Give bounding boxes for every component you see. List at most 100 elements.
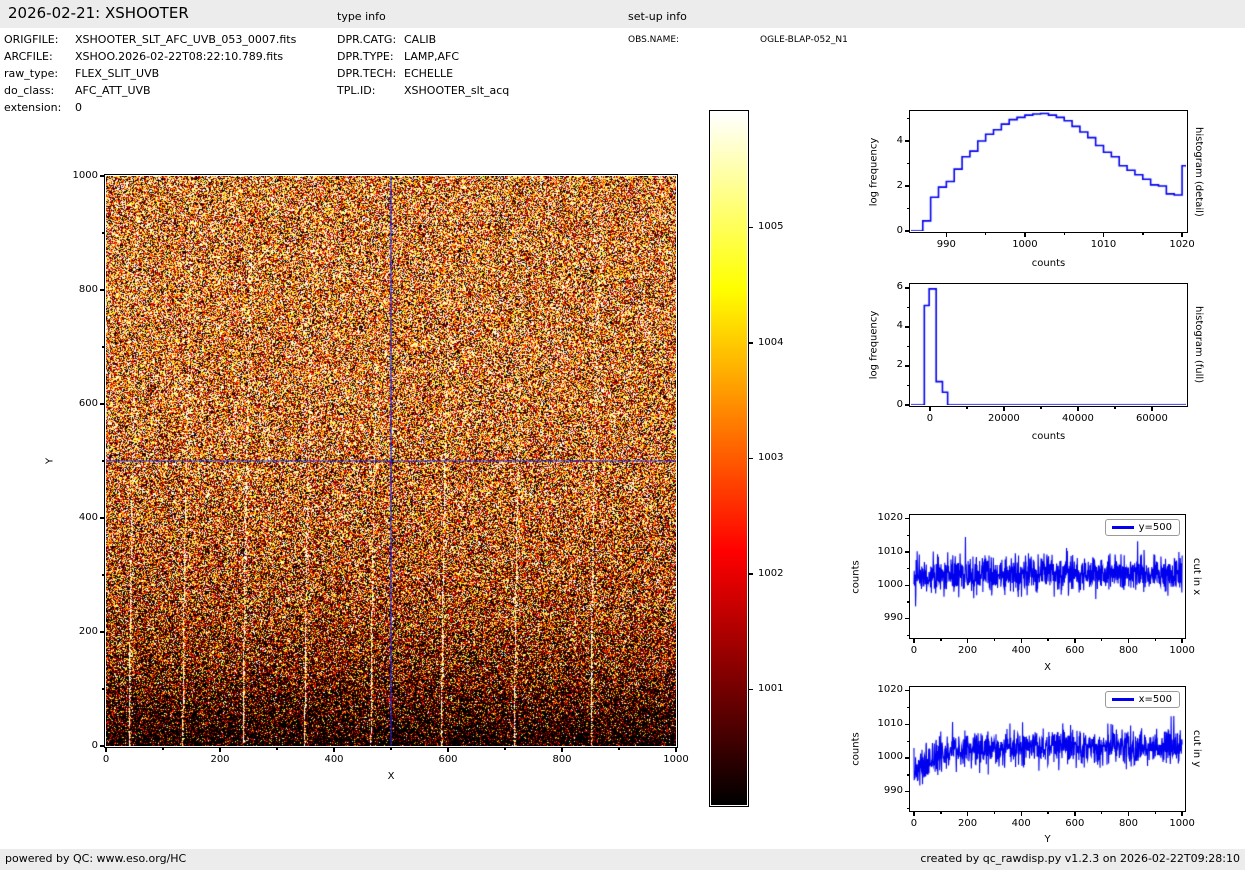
x-tick <box>967 812 968 817</box>
field-value: ECHELLE <box>404 67 453 80</box>
y-tick-label: 4 <box>856 135 903 146</box>
x-tick <box>105 748 106 753</box>
cut-in-y-panel: x=500 <box>911 688 1184 810</box>
cut-in-x-title: cut in x <box>1191 516 1202 637</box>
field-label: ARCFILE: <box>4 50 53 63</box>
colorbar-tick <box>749 458 754 459</box>
type-info-heading: type info <box>337 10 386 23</box>
x-tick <box>1077 407 1078 412</box>
y-minor-tick <box>907 385 910 386</box>
legend-label: x=500 <box>1139 694 1172 705</box>
y-tick-label: 0 <box>51 740 98 751</box>
setup-info-heading: set-up info <box>628 10 687 23</box>
colorbar-tick <box>749 689 754 690</box>
y-minor-tick <box>907 601 910 602</box>
x-minor-tick <box>1142 233 1143 236</box>
x-minor-tick <box>162 748 163 751</box>
raw-frame-canvas <box>106 176 676 746</box>
field-label: TPL.ID: <box>337 84 375 97</box>
cut-in-y-legend: x=500 <box>1105 691 1180 708</box>
field-value: AFC_ATT_UVB <box>75 84 151 97</box>
x-tick-label: 1020 <box>1152 239 1212 250</box>
histogram-full-title: histogram (full) <box>1193 285 1204 405</box>
y-tick <box>905 757 910 758</box>
histogram-detail-canvas <box>911 112 1186 231</box>
x-tick-label: 200 <box>938 645 998 656</box>
x-minor-tick <box>276 748 277 751</box>
y-tick-label: 800 <box>51 284 98 295</box>
field-value: XSHOO.2026-02-22T08:22:10.789.fits <box>75 50 283 63</box>
x-minor-tick <box>1040 407 1041 410</box>
y-tick <box>905 791 910 792</box>
x-tick <box>967 639 968 644</box>
x-minor-tick <box>618 748 619 751</box>
y-minor-tick <box>907 118 910 119</box>
x-minor-tick <box>1114 407 1115 410</box>
y-tick <box>905 585 910 586</box>
y-tick <box>100 289 105 290</box>
histogram-detail-title: histogram (detail) <box>1193 112 1204 231</box>
y-tick-label: 0 <box>856 399 903 410</box>
y-tick-label: 400 <box>51 512 98 523</box>
x-minor-tick <box>1155 812 1156 815</box>
x-tick <box>675 748 676 753</box>
x-tick-label: 200 <box>938 818 998 829</box>
field-value: XSHOOTER_slt_acq <box>404 84 509 97</box>
x-minor-tick <box>994 812 995 815</box>
y-tick-label: 0 <box>856 225 903 236</box>
y-tick <box>905 618 910 619</box>
field-label: do_class: <box>4 84 54 97</box>
y-tick <box>905 518 910 519</box>
x-tick-label: 990 <box>916 239 976 250</box>
y-tick-label: 1020 <box>856 684 903 695</box>
x-tick <box>1181 233 1182 238</box>
histogram-detail-ylabel: log frequency <box>869 137 880 206</box>
field-label: DPR.CATG: <box>337 33 396 46</box>
cut-in-y-title: cut in y <box>1191 688 1202 810</box>
field-value: XSHOOTER_SLT_AFC_UVB_053_0007.fits <box>75 33 296 46</box>
colorbar <box>711 112 747 805</box>
y-minor-tick <box>102 232 105 233</box>
raw-frame-image-panel <box>106 176 676 746</box>
x-tick-label: 40000 <box>1048 413 1108 424</box>
histogram-full-xlabel: counts <box>1009 431 1089 442</box>
y-tick <box>905 140 910 141</box>
field-value: CALIB <box>404 33 436 46</box>
x-minor-tick <box>940 812 941 815</box>
field-label: raw_type: <box>4 67 58 80</box>
x-tick-label: 1000 <box>646 754 706 765</box>
y-minor-tick <box>907 208 910 209</box>
x-tick-label: 0 <box>884 645 944 656</box>
x-tick-label: 0 <box>884 818 944 829</box>
y-tick-label: 6 <box>856 281 903 292</box>
x-minor-tick <box>1047 639 1048 642</box>
x-tick <box>447 748 448 753</box>
y-tick-label: 2 <box>856 180 903 191</box>
x-minor-tick <box>985 233 986 236</box>
field-value: LAMP,AFC <box>404 50 459 63</box>
histogram-detail-xlabel: counts <box>1009 258 1089 269</box>
x-tick <box>333 748 334 753</box>
y-tick-label: 2 <box>856 359 903 370</box>
cut-in-x-panel: y=500 <box>911 516 1184 637</box>
cut-in-y-xlabel: Y <box>1008 834 1088 845</box>
x-tick <box>1021 812 1022 817</box>
y-minor-tick <box>102 574 105 575</box>
y-tick-label: 990 <box>856 785 903 796</box>
x-tick-label: 400 <box>991 645 1051 656</box>
y-tick <box>905 365 910 366</box>
y-minor-tick <box>907 707 910 708</box>
x-tick <box>913 812 914 817</box>
y-tick <box>905 287 910 288</box>
x-tick <box>1021 639 1022 644</box>
y-tick <box>905 690 910 691</box>
x-tick-label: 1000 <box>1152 818 1212 829</box>
x-tick-label: 1010 <box>1074 239 1134 250</box>
y-minor-tick <box>907 307 910 308</box>
x-tick-label: 0 <box>900 413 960 424</box>
x-tick <box>1074 812 1075 817</box>
x-tick <box>1103 233 1104 238</box>
y-tick <box>100 517 105 518</box>
y-tick <box>100 403 105 404</box>
y-minor-tick <box>102 688 105 689</box>
